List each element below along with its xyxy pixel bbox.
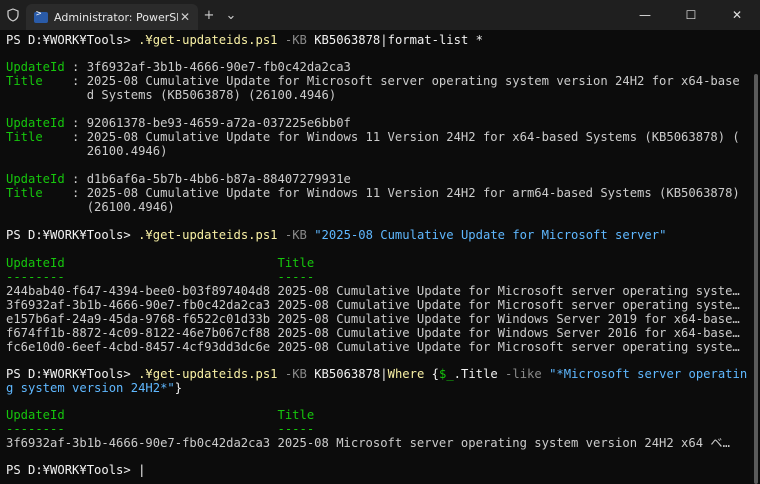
- list-item: UpdateId : 3f6932af-3b1b-4666-90e7-fb0c4…: [6, 60, 351, 74]
- table-row: 3f6932af-3b1b-4666-90e7-fb0c42da2ca3 202…: [6, 436, 730, 450]
- terminal-area[interactable]: PS D:¥WORK¥Tools> .¥get-updateids.ps1 -K…: [0, 30, 760, 484]
- list-item: Title : 2025-08 Cumulative Update for Mi…: [6, 74, 740, 88]
- scrollbar[interactable]: [754, 74, 758, 484]
- close-button[interactable]: ✕: [714, 0, 760, 30]
- new-tab-button[interactable]: +: [198, 0, 220, 30]
- command-line: PS D:¥WORK¥Tools> .¥get-updateids.ps1 -K…: [6, 228, 667, 242]
- command-line: PS D:¥WORK¥Tools> .¥get-updateids.ps1 -K…: [6, 33, 483, 47]
- list-item: (26100.4946): [79, 200, 175, 214]
- tab-close-icon[interactable]: ✕: [178, 10, 192, 24]
- command-line-wrap: g system version 24H2*"}: [6, 381, 183, 395]
- list-item: d Systems (KB5063878) (26100.4946): [86, 88, 337, 102]
- table-row: fc6e10d0-6eef-4cbd-8457-4cf93dd3dc6e 202…: [6, 340, 740, 354]
- minimize-button[interactable]: —: [622, 0, 668, 30]
- table-row: f674ff1b-8872-4c09-8122-46e7b067cf88 202…: [6, 326, 740, 340]
- chevron-down-icon[interactable]: ⌄: [220, 0, 242, 30]
- table-underline: -------- -----: [6, 422, 315, 436]
- table-row: 3f6932af-3b1b-4666-90e7-fb0c42da2ca3 202…: [6, 298, 740, 312]
- powershell-icon: [34, 9, 48, 23]
- text-cursor: |: [138, 463, 146, 477]
- maximize-button[interactable]: ☐: [668, 0, 714, 30]
- table-underline: -------- -----: [6, 270, 315, 284]
- table-row: 244bab40-f647-4394-bee0-b03f897404d8 202…: [6, 284, 740, 298]
- list-item: UpdateId : 92061378-be93-4659-a72a-03722…: [6, 116, 351, 130]
- list-item: UpdateId : d1b6af6a-5b7b-4bb6-b87a-88407…: [6, 172, 351, 186]
- list-item: Title : 2025-08 Cumulative Update for Wi…: [6, 130, 740, 144]
- command-line: PS D:¥WORK¥Tools> .¥get-updateids.ps1 -K…: [6, 367, 748, 381]
- list-item: Title : 2025-08 Cumulative Update for Wi…: [6, 186, 740, 200]
- list-item: 26100.4946): [86, 144, 168, 158]
- table-header: UpdateId Title: [6, 256, 315, 270]
- command-prompt[interactable]: PS D:¥WORK¥Tools> |: [6, 463, 145, 477]
- shield-icon: [0, 0, 26, 30]
- tab-powershell[interactable]: Administrator: PowerShell ✕: [26, 4, 198, 30]
- table-row: e157b6af-24a9-45da-9768-f6522c01d33b 202…: [6, 312, 740, 326]
- title-bar: Administrator: PowerShell ✕ + ⌄ — ☐ ✕: [0, 0, 760, 30]
- table-header: UpdateId Title: [6, 408, 315, 422]
- tab-title: Administrator: PowerShell: [54, 10, 178, 24]
